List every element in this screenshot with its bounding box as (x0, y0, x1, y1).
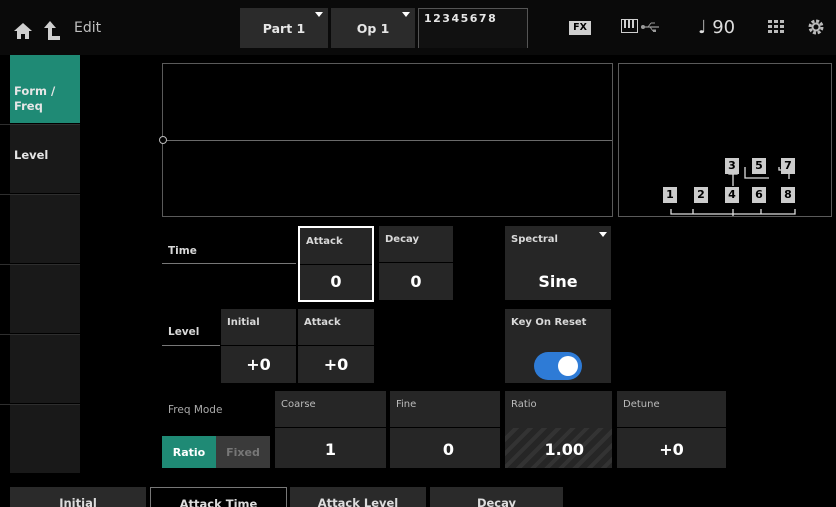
level-initial-field[interactable]: Initial +0 (221, 309, 296, 383)
sidebar-item-empty (10, 335, 80, 403)
coarse-value: 1 (324, 440, 337, 459)
time-attack-field[interactable]: Attack 0 (298, 226, 374, 302)
fine-value: 0 (442, 440, 454, 459)
spectral-value: Sine (538, 272, 578, 291)
envelope-graph (159, 63, 613, 217)
coarse-caption: Coarse (281, 399, 316, 410)
freq-mode-fixed-button[interactable]: Fixed (216, 436, 270, 468)
cell-divider (390, 427, 500, 428)
sidebar-item-label: Level (14, 148, 49, 162)
chevron-down-icon (599, 232, 607, 237)
algorithm-operator-3: 3 (725, 158, 739, 174)
level-label: Level (168, 326, 200, 338)
dropdown-arrow-icon (315, 12, 323, 17)
time-attack-value: 0 (330, 272, 342, 291)
ratio-field: Ratio 1.00 (505, 391, 612, 468)
level-initial-caption: Initial (227, 317, 260, 328)
page-title: Edit (74, 20, 102, 36)
grid-view-icon[interactable] (768, 20, 784, 34)
fine-caption: Fine (396, 399, 417, 410)
algorithm-operator-8: 8 (781, 187, 795, 203)
coarse-field[interactable]: Coarse 1 (275, 391, 386, 468)
fx-indicator[interactable]: FX (569, 21, 591, 35)
tempo-display[interactable]: ♩ 90 (698, 17, 735, 38)
cell-divider (298, 345, 374, 346)
back-arrow-icon[interactable] (43, 20, 61, 42)
freq-mode-ratio-button[interactable]: Ratio (162, 436, 216, 468)
sidebar-item-empty (10, 195, 80, 263)
ratio-caption: Ratio (511, 399, 537, 410)
sidebar-item-empty (10, 265, 80, 333)
home-icon[interactable] (13, 22, 33, 40)
level-initial-value: +0 (246, 355, 271, 374)
algorithm-operator-7: 7 (781, 158, 795, 174)
tab-label: Initial (59, 496, 97, 507)
freq-mode-fixed-label: Fixed (226, 445, 260, 459)
time-attack-caption: Attack (306, 236, 343, 247)
level-attack-field[interactable]: Attack +0 (298, 309, 374, 383)
algorithm-operator-2: 2 (694, 187, 708, 203)
envelope-point[interactable] (159, 136, 167, 144)
cell-divider (379, 262, 453, 263)
time-decay-field[interactable]: Decay 0 (379, 226, 453, 300)
dropdown-arrow-icon (402, 12, 410, 17)
level-attack-caption: Attack (304, 317, 341, 328)
detune-value: +0 (659, 440, 684, 459)
algorithm-operator-4: 4 (725, 187, 739, 203)
sidebar-item-form-freq[interactable]: Form / Freq (10, 55, 80, 123)
time-decay-caption: Decay (385, 234, 419, 245)
time-label: Time (168, 245, 197, 257)
tab-label: Decay (476, 496, 517, 507)
sidebar-item-empty (10, 405, 80, 473)
top-bar: Edit Part 1 Op 1 12345678 FX ♩ 90 (0, 0, 836, 55)
fine-field[interactable]: Fine 0 (390, 391, 500, 468)
cell-divider (275, 427, 386, 428)
time-divider (162, 263, 296, 264)
algorithm-operator-1: 1 (663, 187, 677, 203)
tab-initial[interactable]: Initial (10, 487, 146, 507)
spectral-field[interactable]: Spectral Sine (505, 226, 611, 300)
tab-decay[interactable]: Decay (430, 487, 563, 507)
level-divider (162, 345, 220, 346)
envelope-line (163, 140, 612, 141)
usb-icon (641, 22, 659, 32)
gear-icon[interactable] (807, 18, 825, 36)
time-decay-value: 0 (410, 272, 422, 291)
cell-divider (300, 264, 372, 265)
cell-divider (617, 427, 726, 428)
spectral-caption: Spectral (511, 234, 558, 245)
operator-selector-button[interactable]: Op 1 (331, 8, 415, 48)
ratio-value: 1.00 (544, 440, 584, 459)
sidebar: Form / Freq Level (0, 55, 80, 487)
operator-switch-panel[interactable]: 12345678 (418, 8, 528, 48)
detune-field[interactable]: Detune +0 (617, 391, 726, 468)
sidebar-item-level[interactable]: Level (10, 125, 80, 193)
operator-numbers: 12345678 (424, 12, 498, 25)
tab-label: Attack Time (179, 497, 258, 507)
operator-selector-label: Op 1 (356, 20, 390, 36)
freq-mode-label: Freq Mode (168, 404, 223, 416)
keyboard-icon[interactable] (621, 19, 638, 33)
part-selector-label: Part 1 (262, 20, 306, 36)
detune-caption: Detune (623, 399, 660, 410)
part-selector-button[interactable]: Part 1 (240, 8, 328, 48)
key-on-reset-toggle[interactable] (534, 352, 582, 380)
algorithm-operator-6: 6 (752, 187, 766, 203)
tab-attack-time[interactable]: Attack Time (150, 487, 287, 507)
freq-mode-ratio-label: Ratio (172, 445, 206, 459)
toggle-knob (558, 356, 578, 376)
level-attack-value: +0 (323, 355, 349, 374)
sidebar-item-label: Form / Freq (14, 84, 56, 113)
key-on-reset-caption: Key On Reset (511, 317, 587, 328)
cell-divider (221, 345, 296, 346)
tab-label: Attack Level (317, 496, 399, 507)
tab-attack-level[interactable]: Attack Level (290, 487, 426, 507)
algorithm-operator-5: 5 (752, 158, 766, 174)
